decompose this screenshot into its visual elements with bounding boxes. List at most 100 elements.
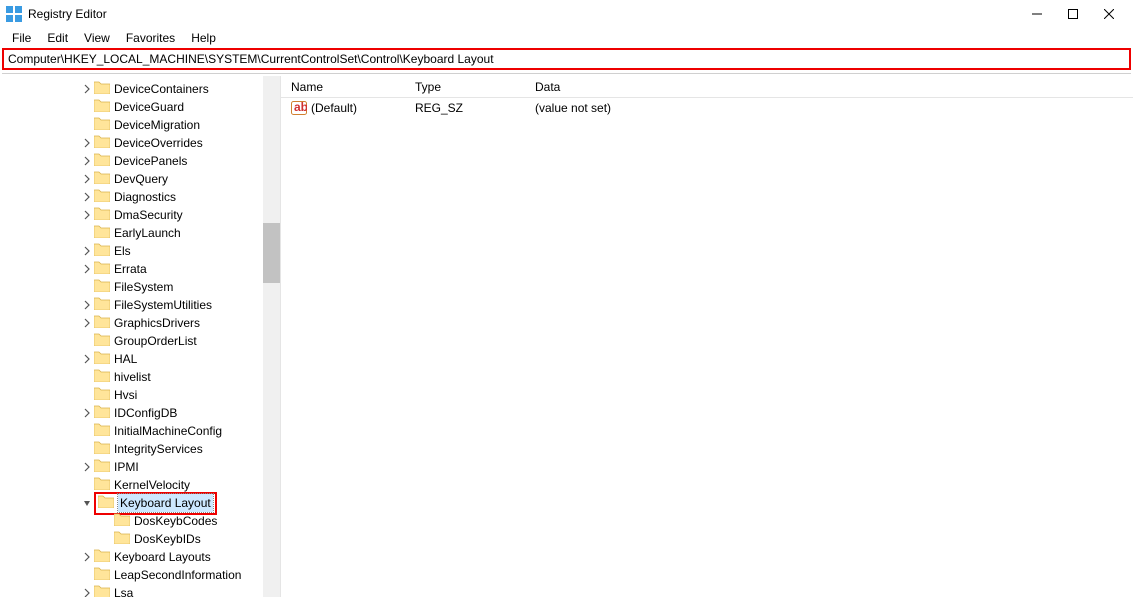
chevron-right-icon[interactable] bbox=[80, 174, 94, 184]
menu-view[interactable]: View bbox=[76, 29, 118, 47]
maximize-button[interactable] bbox=[1055, 0, 1091, 28]
chevron-right-icon[interactable] bbox=[80, 462, 94, 472]
tree-item[interactable]: DevQuery bbox=[4, 170, 280, 188]
close-button[interactable] bbox=[1091, 0, 1127, 28]
tree-item[interactable]: DeviceOverrides bbox=[4, 134, 280, 152]
tree-item[interactable]: FileSystemUtilities bbox=[4, 296, 280, 314]
chevron-right-icon[interactable] bbox=[80, 210, 94, 220]
tree-item[interactable]: Hvsi bbox=[4, 386, 280, 404]
tree-item[interactable]: GroupOrderList bbox=[4, 332, 280, 350]
chevron-down-icon[interactable] bbox=[80, 498, 94, 508]
tree-item[interactable]: Keyboard Layout bbox=[4, 494, 280, 512]
window-controls bbox=[1019, 0, 1127, 28]
menu-favorites[interactable]: Favorites bbox=[118, 29, 183, 47]
tree-item-label: FileSystem bbox=[114, 278, 173, 296]
tree-item[interactable]: EarlyLaunch bbox=[4, 224, 280, 242]
tree-item[interactable]: IDConfigDB bbox=[4, 404, 280, 422]
tree-item[interactable]: DeviceGuard bbox=[4, 98, 280, 116]
tree-item[interactable]: Diagnostics bbox=[4, 188, 280, 206]
tree-item[interactable]: Keyboard Layouts bbox=[4, 548, 280, 566]
folder-icon bbox=[94, 224, 114, 243]
tree-item-label: GroupOrderList bbox=[114, 332, 197, 350]
value-row[interactable]: ab (Default) REG_SZ (value not set) bbox=[281, 98, 1133, 118]
tree-item[interactable]: DevicePanels bbox=[4, 152, 280, 170]
tree-item-label: DevicePanels bbox=[114, 152, 187, 170]
chevron-right-icon[interactable] bbox=[80, 246, 94, 256]
tree-item[interactable]: hivelist bbox=[4, 368, 280, 386]
address-input[interactable] bbox=[4, 50, 1129, 68]
tree-item-label: IPMI bbox=[114, 458, 139, 476]
chevron-right-icon[interactable] bbox=[80, 354, 94, 364]
menu-help[interactable]: Help bbox=[183, 29, 224, 47]
value-panel: Name Type Data ab (Default) REG_SZ (valu… bbox=[280, 76, 1133, 597]
tree-panel[interactable]: DeviceContainersDeviceGuardDeviceMigrati… bbox=[0, 76, 280, 597]
svg-text:ab: ab bbox=[294, 101, 307, 114]
regedit-icon bbox=[6, 6, 22, 22]
tree-item[interactable]: GraphicsDrivers bbox=[4, 314, 280, 332]
chevron-right-icon[interactable] bbox=[80, 84, 94, 94]
tree-item-label: Els bbox=[114, 242, 131, 260]
tree-item-label: InitialMachineConfig bbox=[114, 422, 222, 440]
window-title: Registry Editor bbox=[28, 7, 107, 21]
folder-icon bbox=[94, 458, 114, 477]
tree-item[interactable]: Lsa bbox=[4, 584, 280, 597]
folder-icon bbox=[98, 494, 118, 513]
chevron-right-icon[interactable] bbox=[80, 588, 94, 597]
col-name[interactable]: Name bbox=[287, 80, 411, 94]
tree-item-label: GraphicsDrivers bbox=[114, 314, 200, 332]
tree-item[interactable]: InitialMachineConfig bbox=[4, 422, 280, 440]
tree-item[interactable]: DosKeybIDs bbox=[4, 530, 280, 548]
tree-item[interactable]: DosKeybCodes bbox=[4, 512, 280, 530]
chevron-right-icon[interactable] bbox=[80, 552, 94, 562]
chevron-right-icon[interactable] bbox=[80, 138, 94, 148]
menu-edit[interactable]: Edit bbox=[39, 29, 76, 47]
string-value-icon: ab bbox=[291, 101, 307, 115]
folder-icon bbox=[94, 152, 114, 171]
folder-icon bbox=[94, 260, 114, 279]
tree-item[interactable]: IPMI bbox=[4, 458, 280, 476]
tree-item[interactable]: DeviceContainers bbox=[4, 80, 280, 98]
address-highlight bbox=[2, 48, 1131, 70]
folder-icon bbox=[94, 314, 114, 333]
main-area: DeviceContainersDeviceGuardDeviceMigrati… bbox=[0, 76, 1133, 597]
tree-item-label: IDConfigDB bbox=[114, 404, 177, 422]
folder-icon bbox=[94, 440, 114, 459]
folder-icon bbox=[94, 170, 114, 189]
tree-item[interactable]: DmaSecurity bbox=[4, 206, 280, 224]
folder-icon bbox=[114, 512, 134, 531]
tree-item[interactable]: DeviceMigration bbox=[4, 116, 280, 134]
folder-icon bbox=[94, 98, 114, 117]
folder-icon bbox=[94, 80, 114, 99]
folder-icon bbox=[94, 188, 114, 207]
tree-item[interactable]: LeapSecondInformation bbox=[4, 566, 280, 584]
col-data[interactable]: Data bbox=[531, 80, 1133, 94]
tree-item-label: hivelist bbox=[114, 368, 151, 386]
chevron-right-icon[interactable] bbox=[80, 318, 94, 328]
menu-file[interactable]: File bbox=[4, 29, 39, 47]
tree-item-label: DeviceContainers bbox=[114, 80, 209, 98]
folder-icon bbox=[94, 116, 114, 135]
value-type: REG_SZ bbox=[411, 101, 531, 115]
tree-item[interactable]: HAL bbox=[4, 350, 280, 368]
folder-icon bbox=[94, 422, 114, 441]
tree-item[interactable]: Errata bbox=[4, 260, 280, 278]
tree-item[interactable]: IntegrityServices bbox=[4, 440, 280, 458]
tree-item-label: FileSystemUtilities bbox=[114, 296, 212, 314]
folder-icon bbox=[94, 368, 114, 387]
col-type[interactable]: Type bbox=[411, 80, 531, 94]
value-header: Name Type Data bbox=[281, 76, 1133, 98]
scrollbar-track[interactable] bbox=[263, 76, 280, 597]
folder-icon bbox=[114, 530, 134, 549]
chevron-right-icon[interactable] bbox=[80, 300, 94, 310]
chevron-right-icon[interactable] bbox=[80, 408, 94, 418]
minimize-button[interactable] bbox=[1019, 0, 1055, 28]
chevron-right-icon[interactable] bbox=[80, 192, 94, 202]
value-name: (Default) bbox=[311, 101, 357, 115]
chevron-right-icon[interactable] bbox=[80, 264, 94, 274]
folder-icon bbox=[94, 566, 114, 585]
tree-item[interactable]: Els bbox=[4, 242, 280, 260]
scrollbar-thumb[interactable] bbox=[263, 223, 280, 283]
chevron-right-icon[interactable] bbox=[80, 156, 94, 166]
tree-item[interactable]: FileSystem bbox=[4, 278, 280, 296]
tree-item-label: Lsa bbox=[114, 584, 133, 597]
